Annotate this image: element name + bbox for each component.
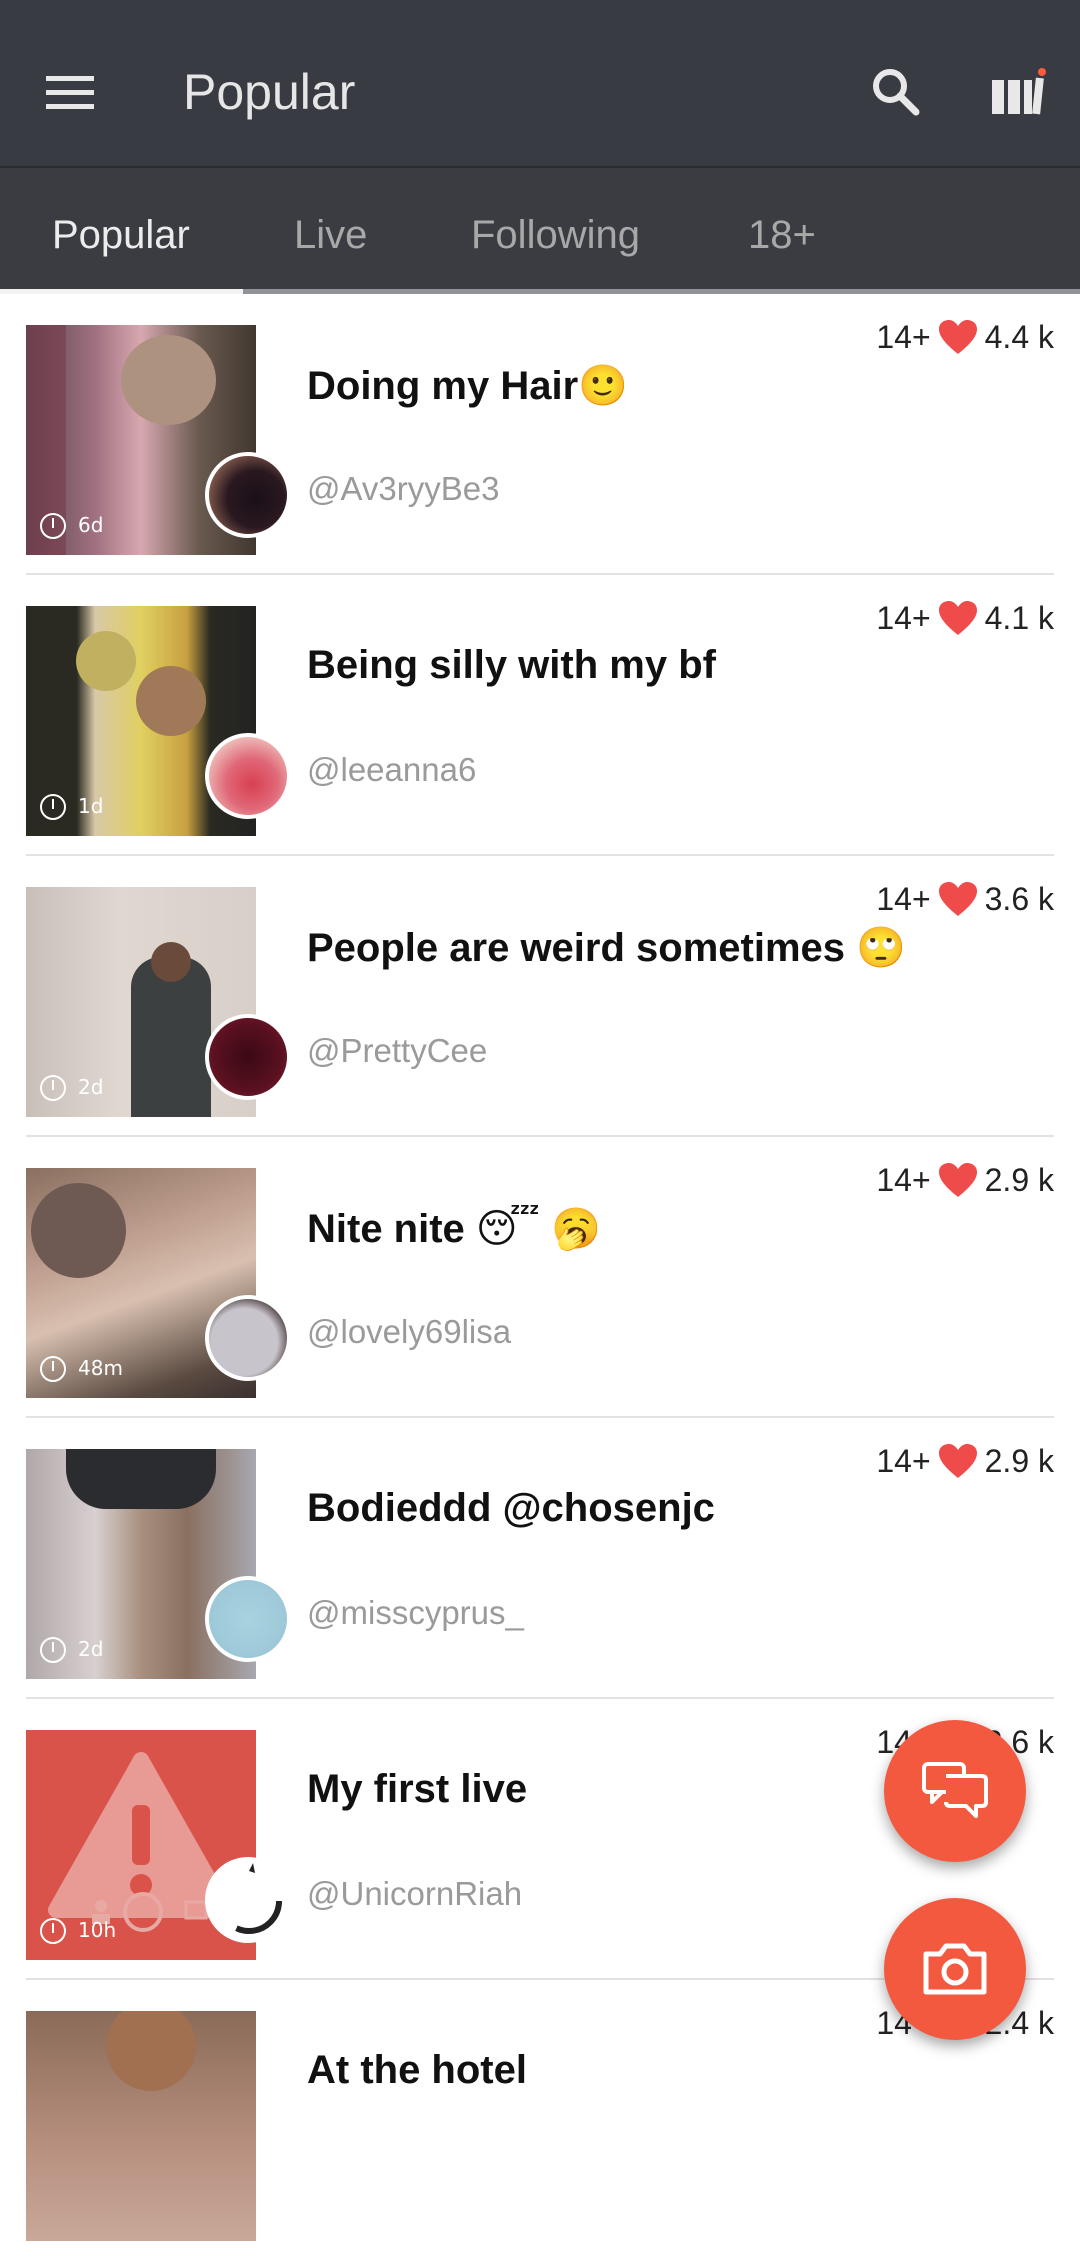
age-rating: 14+ [876,600,931,636]
post-age-time: 48m [78,1356,123,1380]
post-row[interactable]: 48m Nite nite 😴 🥱 @lovely69lisa 14+ 2.9 … [0,1137,1080,1418]
post-row[interactable]: 1d Being silly with my bf @leeanna6 14+ … [0,575,1080,856]
avatar[interactable] [205,1857,291,1943]
post-stats: 14+ 2.9 k [876,1162,1054,1199]
post-username[interactable]: @Av3ryyBe3 [307,470,499,508]
post-age-time: 6d [78,513,104,537]
library-button[interactable] [988,62,1048,122]
avatar[interactable] [205,452,291,538]
like-count: 2.9 k [984,1162,1054,1198]
blur-patch [31,1183,126,1278]
post-row[interactable]: 2d Bodieddd @chosenjc @misscyprus_ 14+ 2… [0,1418,1080,1699]
thumb-face [151,942,191,982]
avatar[interactable] [205,1295,291,1381]
post-stats: 14+ 3.6 k [876,881,1054,918]
camera-icon [923,1943,987,1995]
post-title: Nite nite 😴 🥱 [307,1207,601,1251]
post-title: Doing my Hair🙂 [307,364,628,408]
post-username[interactable]: @misscyprus_ [307,1594,524,1632]
blur-patch [106,2011,196,2091]
heart-icon [938,319,977,354]
avatar[interactable] [205,733,291,819]
post-row[interactable]: 6d Doing my Hair🙂 @Av3ryyBe3 14+ 4.4 k [0,294,1080,575]
chat-icon [922,1762,988,1818]
post-title: At the hotel [307,2048,527,2092]
camera-button[interactable] [884,1898,1026,2040]
tab-popular[interactable]: Popular [52,168,190,294]
post-row[interactable]: 2d People are weird sometimes 🙄 @PrettyC… [0,856,1080,1137]
age-rating: 14+ [876,881,931,917]
post-stats: 14+ 4.1 k [876,600,1054,637]
like-count: 3.6 k [984,881,1054,917]
clock-icon [40,794,66,820]
menu-button[interactable] [40,62,100,122]
post-age-time: 2d [78,1637,104,1661]
heart-icon [938,881,977,916]
heart-icon [938,1162,977,1197]
tab-bar: Popular Live Following 18+ [0,168,1080,294]
clock-icon [40,1075,66,1101]
clock-icon [40,1356,66,1382]
library-icon [992,68,1046,115]
clock-icon [40,513,66,539]
post-stats: 14+ 4.4 k [876,319,1054,356]
age-rating: 14+ [876,1443,931,1479]
post-username[interactable]: @leeanna6 [307,751,476,789]
avatar[interactable] [205,1014,291,1100]
post-title: My first live [307,1767,528,1811]
clock-icon [40,1918,66,1944]
post-age-time: 10h [78,1918,117,1942]
blur-patch [136,666,206,736]
tab-live[interactable]: Live [294,168,367,294]
post-thumbnail[interactable] [26,2011,256,2241]
post-title: Being silly with my bf [307,643,716,687]
post-username[interactable]: @lovely69lisa [307,1313,511,1351]
notification-dot [1038,68,1046,76]
like-count: 4.1 k [984,600,1054,636]
post-age-time: 1d [78,794,104,818]
tab-18-plus[interactable]: 18+ [748,168,816,294]
age-rating: 14+ [876,319,931,355]
blur-patch [121,335,216,425]
app-bar: Popular [0,0,1080,168]
post-username[interactable]: @UnicornRiah [307,1875,522,1913]
search-icon [873,69,920,116]
blur-patch [76,631,136,691]
page-title: Popular [183,64,356,120]
heart-icon [938,1443,977,1478]
heart-icon [938,600,977,635]
post-age-time: 2d [78,1075,104,1099]
tab-following[interactable]: Following [471,168,640,294]
avatar[interactable] [205,1576,291,1662]
like-count: 2.9 k [984,1443,1054,1479]
post-username[interactable]: @PrettyCee [307,1032,487,1070]
menu-icon [46,76,94,109]
chat-button[interactable] [884,1720,1026,1862]
like-count: 4.4 k [984,319,1054,355]
post-stats: 14+ 2.9 k [876,1443,1054,1480]
search-button[interactable] [866,62,926,122]
post-title: People are weird sometimes 🙄 [307,926,906,970]
post-title: Bodieddd @chosenjc [307,1486,715,1530]
clock-icon [40,1637,66,1663]
thumb-shorts [66,1449,216,1509]
age-rating: 14+ [876,1162,931,1198]
avatar-logo [216,1863,282,1934]
